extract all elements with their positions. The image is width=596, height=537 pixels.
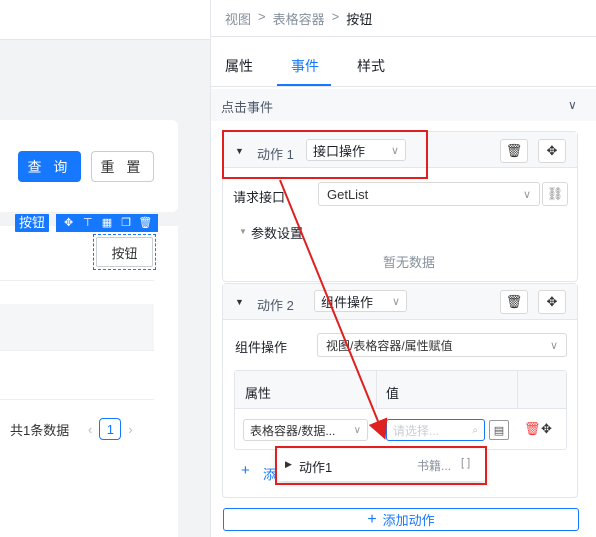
annotation-arrow — [279, 179, 388, 440]
